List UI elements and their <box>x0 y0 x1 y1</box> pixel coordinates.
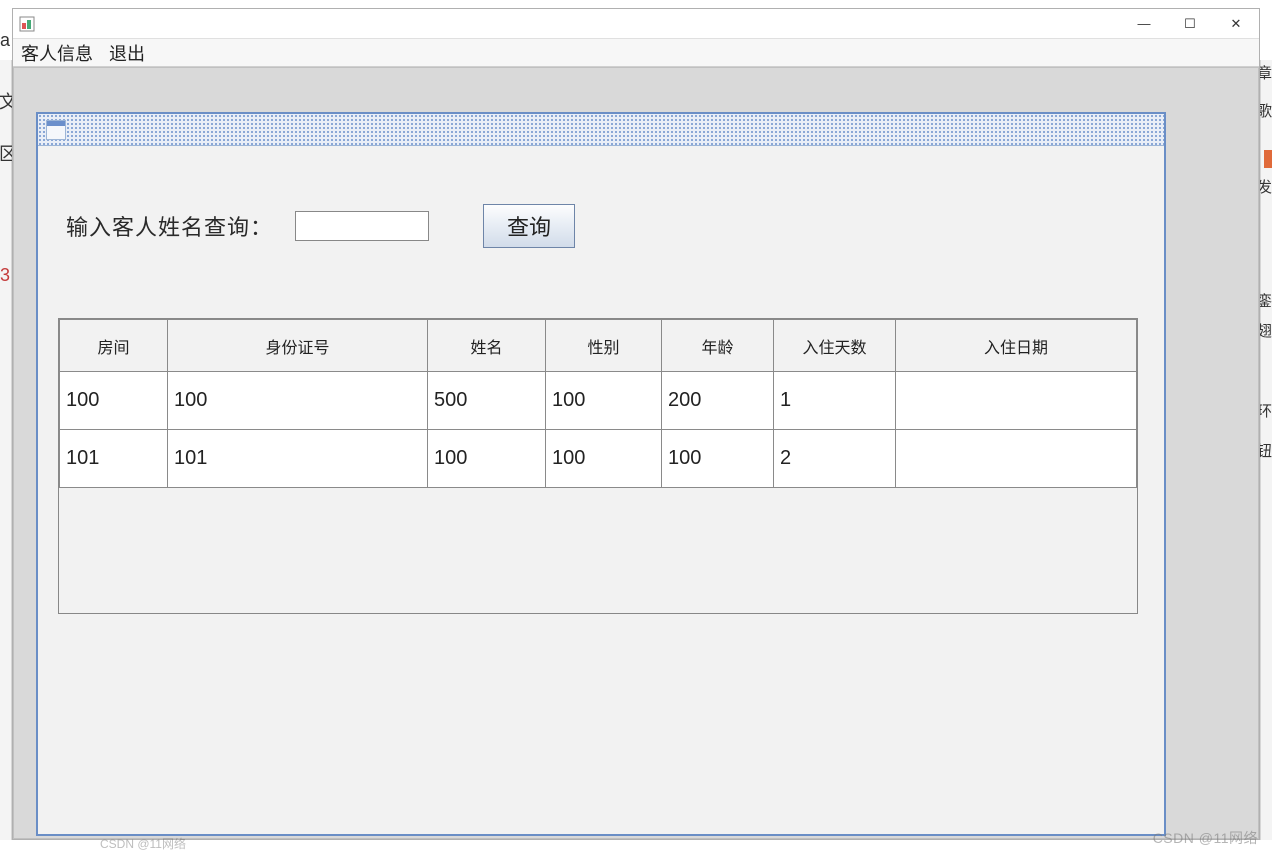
internal-frame-icon <box>46 120 66 140</box>
cell-name[interactable]: 100 <box>428 430 546 488</box>
cell-date[interactable] <box>896 430 1137 488</box>
cell-date[interactable] <box>896 372 1137 430</box>
cell-days[interactable]: 1 <box>774 372 896 430</box>
guest-name-input[interactable] <box>295 211 429 241</box>
results-table-container: 房间 身份证号 姓名 性别 年龄 入住天数 入住日期 100 <box>58 318 1138 614</box>
cell-age[interactable]: 200 <box>662 372 774 430</box>
table-row[interactable]: 101 101 100 100 100 2 <box>60 430 1137 488</box>
cell-room[interactable]: 101 <box>60 430 168 488</box>
close-button[interactable]: ✕ <box>1213 9 1259 39</box>
internal-frame: 输入客人姓名查询： 查询 房间 身份证号 <box>36 112 1166 836</box>
col-id-no[interactable]: 身份证号 <box>168 320 428 372</box>
menubar: 客人信息 退出 <box>13 39 1259 67</box>
mdi-client-area: 输入客人姓名查询： 查询 房间 身份证号 <box>13 67 1259 839</box>
app-icon <box>19 16 35 32</box>
col-days[interactable]: 入住天数 <box>774 320 896 372</box>
titlebar[interactable]: — ☐ ✕ <box>13 9 1259 39</box>
cell-room[interactable]: 100 <box>60 372 168 430</box>
internal-frame-body: 输入客人姓名查询： 查询 房间 身份证号 <box>38 146 1164 634</box>
table-row[interactable]: 100 100 500 100 200 1 <box>60 372 1137 430</box>
col-date[interactable]: 入住日期 <box>896 320 1137 372</box>
cell-age[interactable]: 100 <box>662 430 774 488</box>
cell-gender[interactable]: 100 <box>546 430 662 488</box>
menu-guest-info[interactable]: 客人信息 <box>21 40 93 66</box>
col-name[interactable]: 姓名 <box>428 320 546 372</box>
window-controls: — ☐ ✕ <box>1121 9 1259 39</box>
background-right-strip: 章 歌 发 銮 翅 环 钮 <box>1260 60 1272 840</box>
cell-id-no[interactable]: 101 <box>168 430 428 488</box>
col-age[interactable]: 年龄 <box>662 320 774 372</box>
cell-name[interactable]: 500 <box>428 372 546 430</box>
results-table: 房间 身份证号 姓名 性别 年龄 入住天数 入住日期 100 <box>59 319 1137 488</box>
search-label: 输入客人姓名查询： <box>66 210 273 242</box>
cell-days[interactable]: 2 <box>774 430 896 488</box>
cell-gender[interactable]: 100 <box>546 372 662 430</box>
menu-exit[interactable]: 退出 <box>109 40 145 66</box>
col-room[interactable]: 房间 <box>60 320 168 372</box>
background-left-strip: a 文 区 3 <box>0 60 12 840</box>
maximize-button[interactable]: ☐ <box>1167 9 1213 39</box>
internal-frame-titlebar[interactable] <box>38 114 1164 146</box>
table-header-row: 房间 身份证号 姓名 性别 年龄 入住天数 入住日期 <box>60 320 1137 372</box>
search-button[interactable]: 查询 <box>483 204 575 248</box>
main-window: — ☐ ✕ 客人信息 退出 输入客人姓名查询： 查询 <box>12 8 1260 840</box>
watermark: CSDN @11网络 <box>1153 828 1258 848</box>
bottom-clip-text: CSDN @11网络 <box>100 835 186 852</box>
minimize-button[interactable]: — <box>1121 9 1167 39</box>
search-row: 输入客人姓名查询： 查询 <box>66 204 1144 248</box>
col-gender[interactable]: 性别 <box>546 320 662 372</box>
cell-id-no[interactable]: 100 <box>168 372 428 430</box>
